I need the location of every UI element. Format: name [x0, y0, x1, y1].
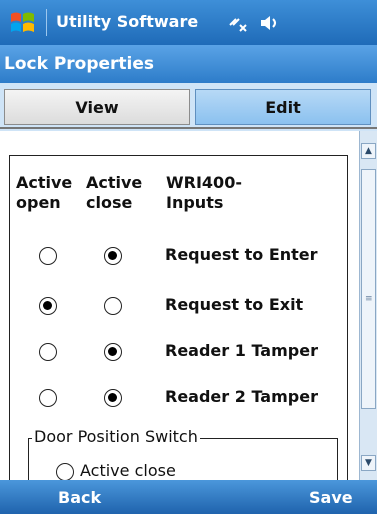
signal-icon[interactable] — [228, 13, 250, 33]
scroll-up-icon[interactable]: ▲ — [361, 143, 376, 159]
radio-request-enter-active-close[interactable] — [104, 247, 122, 265]
radio-reader2-tamper-active-close[interactable] — [104, 389, 122, 407]
tab-divider — [0, 127, 377, 129]
scroll-grip-icon: ≡ — [365, 294, 373, 304]
row-label-request-to-enter: Request to Enter — [165, 245, 318, 264]
edit-content: Active open Active close WRI400- Inputs … — [0, 131, 359, 480]
tab-strip: View Edit — [0, 83, 377, 131]
radio-reader2-tamper-active-open[interactable] — [39, 389, 57, 407]
row-label-reader-1-tamper: Reader 1 Tamper — [165, 341, 318, 360]
radio-dps-active-close[interactable] — [56, 463, 74, 480]
dps-option-label: Active close — [80, 461, 176, 480]
column-header-inputs: WRI400- Inputs — [166, 173, 242, 212]
door-position-switch-title: Door Position Switch — [32, 427, 200, 446]
radio-request-exit-active-open[interactable] — [39, 297, 57, 315]
page-header: Lock Properties — [0, 45, 377, 83]
tab-view-label: View — [75, 98, 119, 117]
tab-edit[interactable]: Edit — [195, 89, 371, 125]
save-button[interactable]: Save — [309, 488, 353, 507]
volume-icon[interactable] — [258, 13, 280, 33]
windows-start-icon[interactable] — [8, 8, 38, 38]
title-separator — [46, 9, 47, 36]
row-label-reader-2-tamper: Reader 2 Tamper — [165, 387, 318, 406]
radio-request-exit-active-close[interactable] — [104, 297, 122, 315]
page-title: Lock Properties — [4, 54, 155, 74]
row-label-request-to-exit: Request to Exit — [165, 295, 304, 314]
back-button[interactable]: Back — [58, 488, 101, 507]
tab-edit-label: Edit — [265, 98, 301, 117]
tab-view[interactable]: View — [4, 89, 190, 125]
radio-reader1-tamper-active-close[interactable] — [104, 343, 122, 361]
column-header-active-open: Active open — [16, 173, 73, 212]
scroll-down-icon[interactable]: ▼ — [361, 455, 376, 471]
scroll-thumb[interactable]: ≡ — [361, 169, 376, 409]
radio-reader1-tamper-active-open[interactable] — [39, 343, 57, 361]
app-title: Utility Software — [56, 12, 199, 31]
softkey-bar: Back Save — [0, 480, 377, 514]
title-bar: Utility Software — [0, 0, 377, 45]
vertical-scrollbar[interactable]: ▲ ≡ ▼ — [359, 131, 377, 480]
column-header-active-close: Active close — [86, 173, 143, 212]
radio-request-enter-active-open[interactable] — [39, 247, 57, 265]
